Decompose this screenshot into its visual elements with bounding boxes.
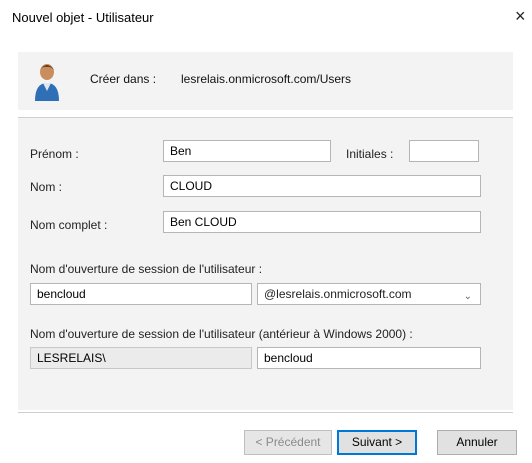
- create-in-label: Créer dans :: [90, 72, 157, 86]
- pre-2000-domain-field: LESRELAIS\: [30, 347, 252, 369]
- create-in-panel: Créer dans : lesrelais.onmicrosoft.com/U…: [18, 52, 513, 110]
- pre-2000-logon-label: Nom d'ouverture de session de l'utilisat…: [30, 327, 413, 341]
- domain-select-value: @lesrelais.onmicrosoft.com: [264, 287, 412, 301]
- chevron-down-icon: ⌄: [463, 291, 472, 302]
- window-title: Nouvel objet - Utilisateur: [12, 10, 154, 25]
- close-icon[interactable]: ×: [515, 7, 526, 25]
- initials-input[interactable]: [409, 140, 479, 162]
- last-name-input[interactable]: CLOUD: [163, 175, 481, 197]
- back-button[interactable]: < Précédent: [244, 430, 332, 455]
- full-name-label: Nom complet :: [30, 218, 108, 232]
- create-in-path: lesrelais.onmicrosoft.com/Users: [181, 72, 352, 86]
- logon-name-label: Nom d'ouverture de session de l'utilisat…: [30, 262, 263, 276]
- last-name-label: Nom :: [30, 180, 63, 194]
- full-name-input[interactable]: Ben CLOUD: [163, 211, 481, 233]
- divider: [18, 117, 513, 118]
- domain-select[interactable]: @lesrelais.onmicrosoft.com ⌄: [257, 283, 481, 305]
- divider: [18, 412, 513, 413]
- user-icon: [35, 64, 59, 101]
- first-name-label: Prénom :: [30, 147, 79, 161]
- next-button[interactable]: Suivant >: [337, 430, 417, 455]
- title-bar: Nouvel objet - Utilisateur ×: [0, 0, 532, 36]
- logon-name-input[interactable]: bencloud: [30, 283, 252, 305]
- first-name-input[interactable]: Ben: [163, 140, 331, 162]
- pre-2000-logon-input[interactable]: bencloud: [257, 347, 481, 369]
- initials-label: Initiales :: [346, 147, 394, 161]
- cancel-button[interactable]: Annuler: [437, 430, 517, 455]
